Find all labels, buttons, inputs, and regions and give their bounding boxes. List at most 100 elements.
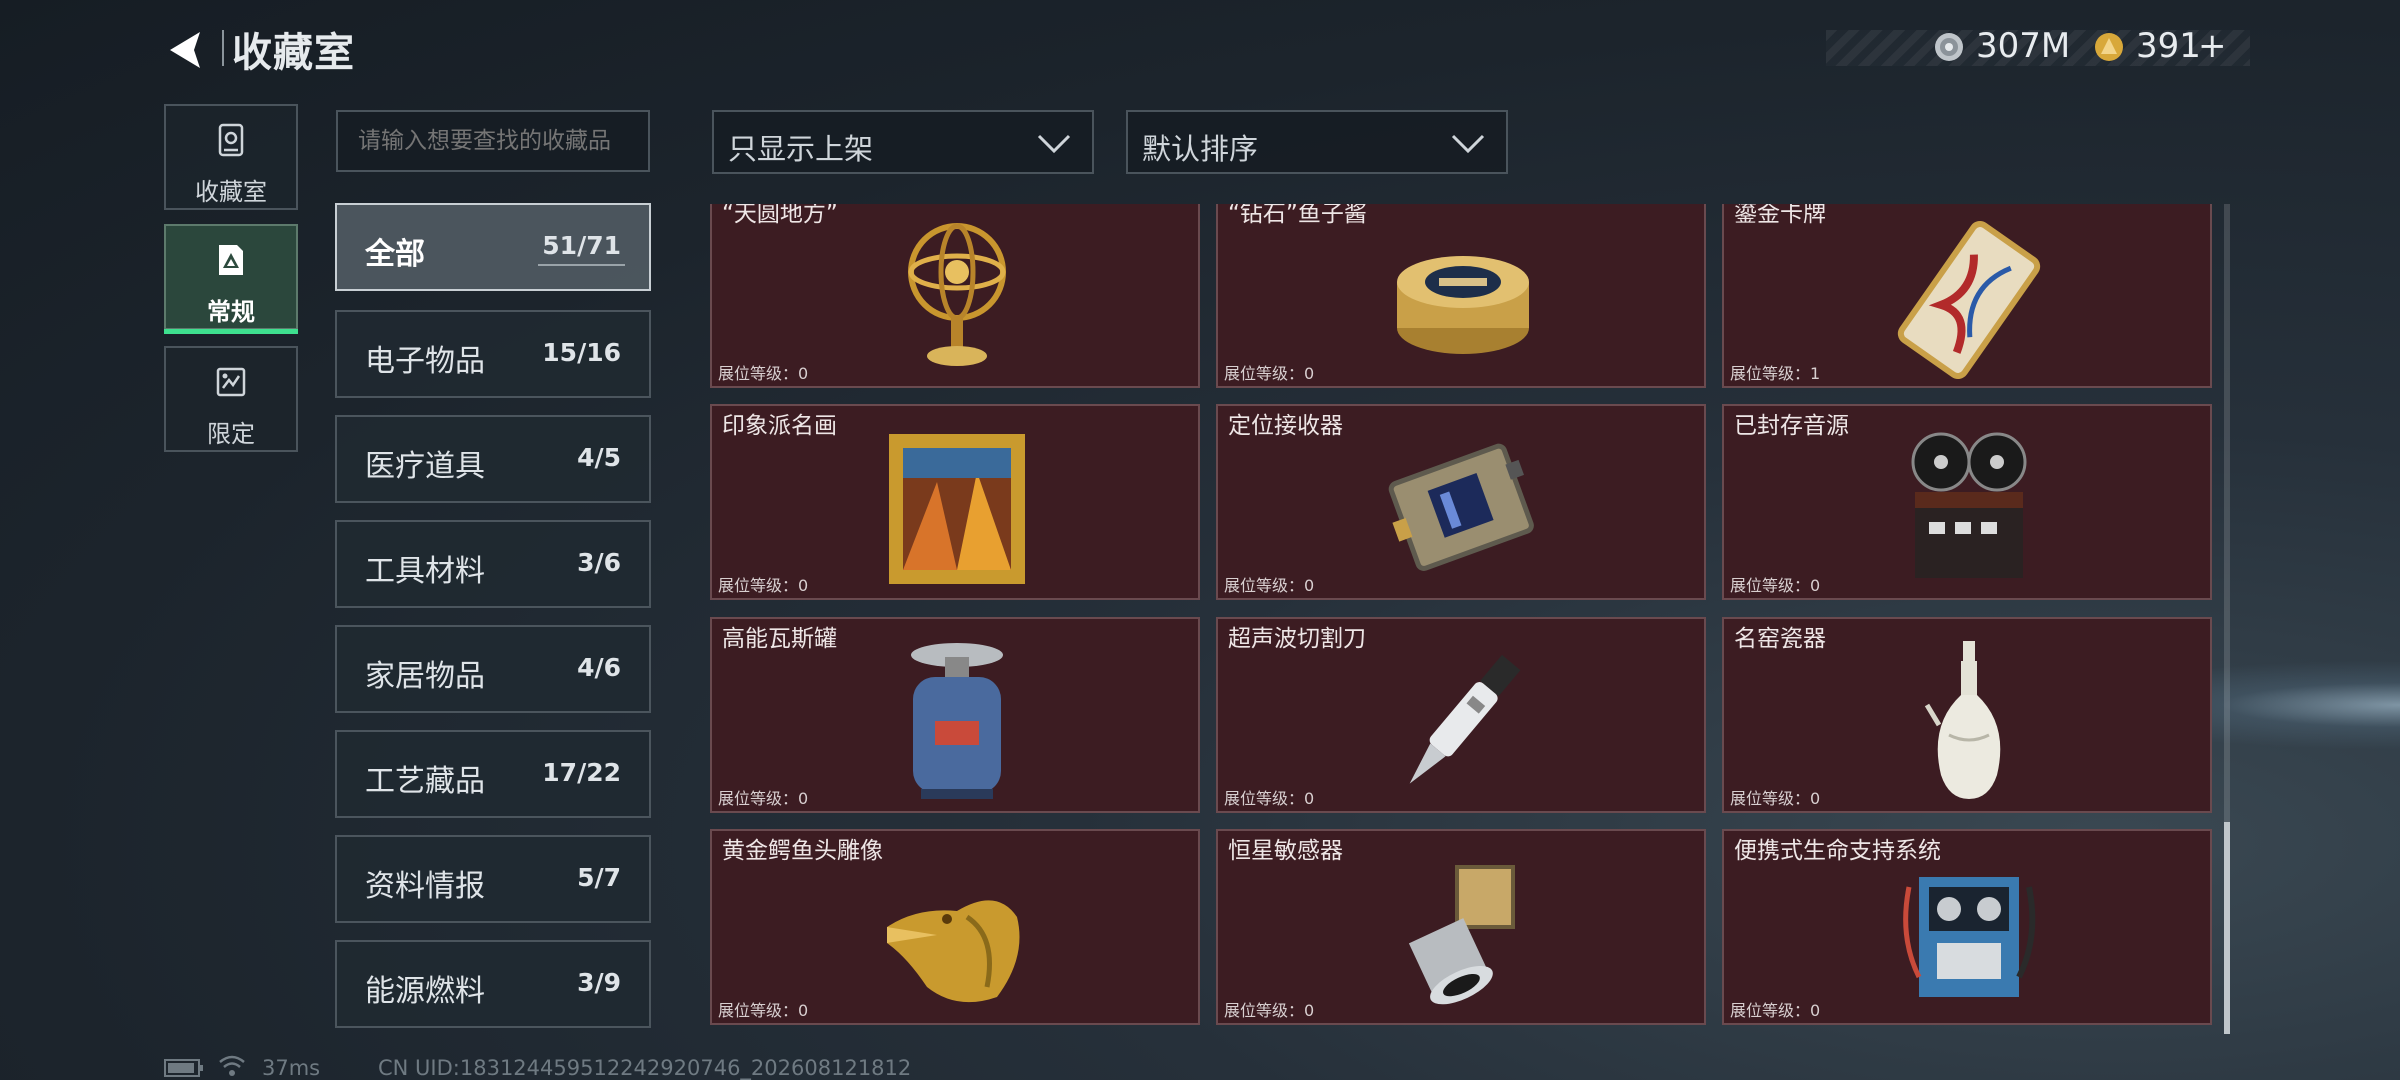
category-count: 5/7 (577, 863, 621, 892)
category-count: 15/16 (542, 338, 621, 367)
category-energy[interactable]: 能源燃料 3/9 (335, 940, 651, 1028)
category-household[interactable]: 家居物品 4/6 (335, 625, 651, 713)
category-count: 3/6 (577, 548, 621, 577)
item-name: 名窑瓷器 (1734, 626, 1826, 652)
currency-silver-amount: 307M (1976, 26, 2071, 66)
gold-coin-icon (2095, 33, 2123, 61)
search-input[interactable] (336, 110, 650, 172)
item-card[interactable]: “天圆地方” 展位等级：0 (710, 204, 1200, 388)
category-name: 资料情报 (365, 869, 485, 904)
gas-canister-icon (911, 643, 1003, 799)
category-name: 全部 (365, 237, 425, 272)
category-count: 4/6 (577, 653, 621, 682)
locator-receiver-icon (1388, 443, 1534, 571)
item-card[interactable]: 高能瓦斯罐 展位等级：0 (710, 617, 1200, 813)
item-card[interactable]: 黄金鳄鱼头雕像 展位等级：0 (710, 829, 1200, 1025)
currency-gold-amount: 391 (2136, 26, 2201, 66)
star-sensor-icon (1408, 865, 1515, 1005)
nav-label: 常规 (207, 298, 255, 326)
category-name: 能源燃料 (365, 974, 485, 1009)
item-card[interactable]: 名窑瓷器 展位等级：0 (1722, 617, 2212, 813)
item-name: 印象派名画 (722, 413, 837, 439)
category-name: 工艺藏品 (365, 764, 485, 799)
item-name: 定位接收器 (1228, 413, 1343, 439)
sort-dropdown[interactable]: 默认排序 (1126, 110, 1508, 174)
display-filter-dropdown[interactable]: 只显示上架 (712, 110, 1094, 174)
page-title: 收藏室 (232, 30, 355, 76)
title-separator (222, 30, 224, 66)
category-name: 家居物品 (365, 659, 485, 694)
item-card[interactable]: 已封存音源 展位等级：0 (1722, 404, 2212, 600)
display-level: 展位等级：0 (718, 576, 809, 595)
category-count: 51/71 (538, 231, 625, 266)
category-count: 3/9 (577, 968, 621, 997)
chevron-down-icon (1451, 134, 1485, 154)
item-name: “钻石”鱼子酱 (1228, 204, 1367, 227)
display-level: 展位等级：0 (718, 789, 809, 808)
back-arrow-icon[interactable] (160, 24, 212, 76)
collection-grid: “天圆地方” 展位等级：0 “钻石”鱼子酱 展位等级：0 鎏金卡牌 展位等级：1… (710, 204, 2218, 1032)
item-card[interactable]: “钻石”鱼子酱 展位等级：0 (1216, 204, 1706, 388)
add-currency-button[interactable]: + (2198, 26, 2227, 66)
chevron-down-icon (1037, 134, 1071, 154)
item-name: 高能瓦斯罐 (722, 626, 837, 652)
display-filter-value: 只显示上架 (728, 132, 874, 166)
display-level: 展位等级：0 (718, 364, 809, 383)
category-name: 医疗道具 (365, 449, 485, 484)
item-name: 恒星敏感器 (1228, 838, 1343, 864)
category-medical[interactable]: 医疗道具 4/5 (335, 415, 651, 503)
nav-limited[interactable]: 限定 (164, 346, 298, 452)
caviar-tin-icon (1397, 256, 1529, 354)
regular-icon (219, 245, 243, 275)
armillary-sphere-icon (908, 223, 1006, 366)
category-count: 17/22 (542, 758, 621, 787)
display-level: 展位等级：1 (1730, 364, 1821, 383)
item-card[interactable]: 鎏金卡牌 展位等级：1 (1722, 204, 2212, 388)
display-level: 展位等级：0 (1730, 1001, 1821, 1020)
item-name: 黄金鳄鱼头雕像 (722, 838, 883, 864)
display-level: 展位等级：0 (718, 1001, 809, 1020)
limited-icon (216, 367, 246, 397)
porcelain-vase-icon (1924, 641, 2001, 799)
item-card[interactable]: 定位接收器 展位等级：0 (1216, 404, 1706, 600)
gold-crocodile-statue-icon (887, 900, 1020, 1003)
ping-text: 37ms (262, 1056, 321, 1080)
category-intel[interactable]: 资料情报 5/7 (335, 835, 651, 923)
scrollbar-thumb[interactable] (2224, 822, 2230, 1034)
display-level: 展位等级：0 (1224, 1001, 1315, 1020)
category-electronics[interactable]: 电子物品 15/16 (335, 310, 651, 398)
item-card[interactable]: 印象派名画 展位等级：0 (710, 404, 1200, 600)
item-card[interactable]: 便携式生命支持系统 展位等级：0 (1722, 829, 2212, 1025)
silver-coin-icon (1935, 33, 1963, 61)
category-name: 电子物品 (365, 344, 485, 379)
nav-label: 限定 (207, 420, 255, 448)
display-level: 展位等级：0 (1224, 789, 1315, 808)
category-tools[interactable]: 工具材料 3/6 (335, 520, 651, 608)
display-level: 展位等级：0 (1224, 576, 1315, 595)
item-name: “天圆地方” (722, 204, 838, 227)
item-name: 已封存音源 (1734, 413, 1849, 439)
category-crafts[interactable]: 工艺藏品 17/22 (335, 730, 651, 818)
framed-painting-icon (889, 434, 1025, 584)
item-name: 超声波切割刀 (1228, 626, 1366, 652)
uid-text: CN UID:183124459512242920746_20260812181… (378, 1056, 912, 1080)
ultrasonic-cutter-icon (1409, 654, 1521, 784)
battery-icon (164, 1059, 203, 1077)
nav-regular[interactable]: 常规 (164, 224, 298, 334)
gilded-card-icon (1897, 221, 2041, 379)
reel-recorder-icon (1911, 432, 2027, 578)
display-level: 展位等级：0 (1730, 789, 1821, 808)
display-level: 展位等级：0 (1730, 576, 1821, 595)
category-all[interactable]: 全部 51/71 (335, 203, 651, 291)
nav-collection-room[interactable]: 收藏室 (164, 104, 298, 210)
wifi-icon (219, 1055, 245, 1076)
item-card[interactable]: 恒星敏感器 展位等级：0 (1216, 829, 1706, 1025)
grid-scrollbar[interactable] (2224, 204, 2230, 1034)
category-count: 4/5 (577, 443, 621, 472)
sort-value: 默认排序 (1142, 132, 1259, 166)
item-card[interactable]: 超声波切割刀 展位等级：0 (1216, 617, 1706, 813)
nav-label: 收藏室 (195, 178, 267, 206)
item-name: 鎏金卡牌 (1734, 204, 1826, 227)
display-level: 展位等级：0 (1224, 364, 1315, 383)
category-name: 工具材料 (365, 554, 485, 589)
